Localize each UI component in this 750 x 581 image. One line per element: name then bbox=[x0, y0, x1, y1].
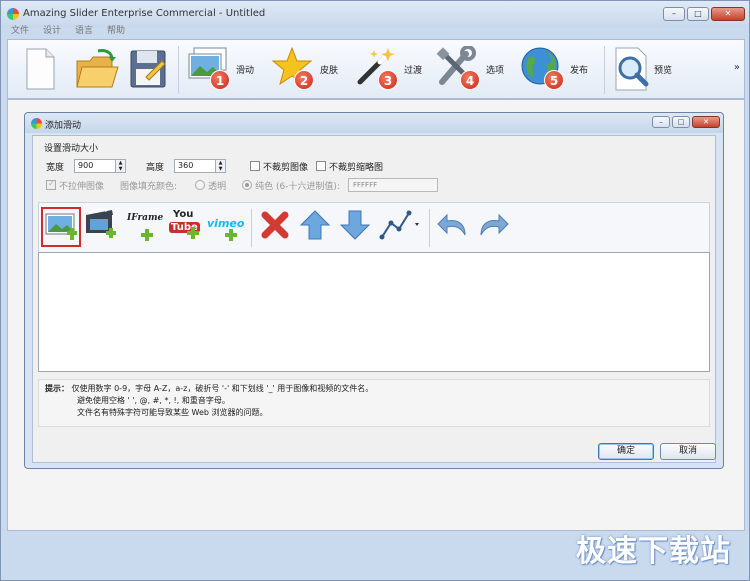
maximize-button[interactable]: □ bbox=[687, 7, 709, 21]
slide-toolbar: IFrame You Tube vimeo bbox=[38, 202, 710, 254]
fill-color-label: 图像填充颜色: bbox=[120, 181, 178, 192]
dialog-logo-icon bbox=[31, 118, 42, 129]
path-tool-button[interactable] bbox=[377, 207, 419, 247]
move-down-button[interactable] bbox=[337, 207, 377, 247]
preview-label: 预览 bbox=[654, 65, 673, 76]
open-button[interactable] bbox=[74, 44, 120, 94]
slide-list[interactable] bbox=[38, 252, 710, 372]
delete-x-icon bbox=[261, 211, 289, 239]
add-video-icon bbox=[86, 208, 116, 238]
solid-color-radio[interactable] bbox=[242, 180, 253, 190]
options-label: 选项 bbox=[486, 65, 505, 76]
publish-label: 发布 bbox=[570, 65, 589, 76]
no-crop-image-checkbox[interactable] bbox=[250, 161, 261, 171]
new-file-icon bbox=[26, 48, 55, 90]
transition-step-button[interactable]: 3 过渡 bbox=[354, 44, 422, 94]
preview-button[interactable]: 预览 bbox=[612, 44, 672, 94]
height-value: 360 bbox=[178, 161, 194, 170]
menu-design[interactable]: 设计 bbox=[43, 23, 61, 39]
add-vimeo-button[interactable]: vimeo bbox=[205, 207, 245, 247]
more-chevron-icon[interactable]: » bbox=[734, 62, 740, 73]
delete-button[interactable] bbox=[257, 207, 297, 247]
width-input[interactable]: 900 ▲ ▼ bbox=[74, 159, 127, 173]
color-hex-input[interactable]: FFFFFF bbox=[347, 178, 438, 192]
slide-size-section-label: 设置滑动大小 bbox=[44, 144, 99, 154]
redo-icon bbox=[480, 213, 509, 236]
slides-step-button[interactable]: 1 滑动 bbox=[186, 44, 254, 94]
dialog-title: 添加滑动 bbox=[45, 121, 82, 131]
tip-label: 提示： bbox=[45, 384, 69, 393]
transparent-radio[interactable] bbox=[195, 180, 206, 190]
no-crop-image-label: 不裁剪图像 bbox=[263, 162, 309, 173]
add-iframe-icon bbox=[141, 229, 153, 241]
close-button[interactable]: ✕ bbox=[711, 7, 745, 21]
tip-line-3: 文件名有特殊字符可能导致某些 Web 浏览器的问题。 bbox=[77, 408, 268, 417]
app-logo-icon bbox=[7, 8, 19, 20]
arrow-up-icon bbox=[299, 210, 331, 240]
redo-button[interactable] bbox=[475, 207, 515, 247]
new-button[interactable] bbox=[22, 44, 58, 94]
step-3-badge: 3 bbox=[378, 70, 398, 90]
open-folder-icon bbox=[76, 49, 119, 88]
slides-label: 滑动 bbox=[236, 65, 255, 76]
height-label: 高度 bbox=[146, 162, 165, 173]
ok-button[interactable]: 确定 bbox=[598, 443, 654, 460]
undo-icon bbox=[437, 213, 466, 236]
tip-line-1: 仅使用数字 0-9，字母 A-Z，a-z，破折号 '-' 和下划线 '_' 用于… bbox=[71, 384, 374, 393]
no-stretch-label: 不拉伸图像 bbox=[59, 181, 105, 192]
transition-label: 过渡 bbox=[404, 65, 423, 76]
skin-label: 皮肤 bbox=[320, 65, 339, 76]
arrow-down-icon bbox=[339, 210, 371, 240]
save-disk-icon bbox=[130, 50, 166, 88]
menu-language[interactable]: 语言 bbox=[75, 23, 93, 39]
dialog-minimize-button[interactable]: – bbox=[652, 116, 670, 128]
solid-color-label: 纯色 (6-十六进制值): bbox=[255, 181, 340, 192]
save-button[interactable] bbox=[128, 44, 168, 94]
tip-box: 提示： 仅使用数字 0-9，字母 A-Z，a-z，破折号 '-' 和下划线 '_… bbox=[38, 379, 710, 427]
curve-path-icon bbox=[379, 210, 419, 240]
skin-step-button[interactable]: 2 皮肤 bbox=[270, 44, 338, 94]
add-image-button[interactable] bbox=[41, 207, 81, 247]
no-stretch-checkbox[interactable] bbox=[46, 179, 56, 190]
add-image-icon bbox=[45, 213, 77, 240]
minimize-button[interactable]: – bbox=[663, 7, 685, 21]
move-up-button[interactable] bbox=[297, 207, 337, 247]
transparent-label: 透明 bbox=[208, 181, 227, 192]
add-youtube-button[interactable]: You Tube bbox=[165, 207, 205, 247]
width-label: 宽度 bbox=[46, 162, 65, 173]
publish-step-button[interactable]: 5 发布 bbox=[520, 44, 588, 94]
add-video-button[interactable] bbox=[83, 207, 123, 247]
step-4-badge: 4 bbox=[460, 70, 480, 90]
preview-magnifier-icon bbox=[615, 47, 649, 91]
step-1-badge: 1 bbox=[210, 70, 230, 90]
add-slide-dialog: 添加滑动 – □ ✕ 设置滑动大小 宽度 900 ▲▼ 高度 360 ▲▼ bbox=[24, 112, 724, 469]
no-crop-thumb-label: 不裁剪缩略图 bbox=[329, 162, 384, 173]
watermark-text: 极速下载站 bbox=[576, 534, 731, 569]
dialog-body: 设置滑动大小 宽度 900 ▲ ▼ 高度 360 ▲ ▼ 不裁剪图像 不裁剪缩略图 bbox=[32, 135, 716, 463]
cancel-button[interactable]: 取消 bbox=[660, 443, 716, 460]
menu-help[interactable]: 帮助 bbox=[107, 23, 125, 39]
main-window: Amazing Slider Enterprise Commercial - U… bbox=[0, 0, 750, 581]
tip-line-2: 避免使用空格 ' ', @, #, *, !, 和重音字母。 bbox=[77, 396, 230, 405]
height-spinner[interactable]: ▲ ▼ bbox=[215, 160, 226, 172]
menu-file[interactable]: 文件 bbox=[11, 23, 29, 39]
width-value: 900 bbox=[78, 161, 94, 170]
add-iframe-button[interactable]: IFrame bbox=[125, 207, 165, 247]
options-step-button[interactable]: 4 选项 bbox=[436, 44, 504, 94]
dialog-title-bar: 添加滑动 – □ ✕ bbox=[25, 113, 723, 133]
step-5-badge: 5 bbox=[544, 70, 564, 90]
add-vimeo-icon bbox=[225, 229, 237, 241]
step-2-badge: 2 bbox=[294, 70, 314, 90]
add-youtube-icon bbox=[187, 227, 199, 239]
no-crop-thumb-checkbox[interactable] bbox=[316, 161, 327, 171]
dialog-maximize-button[interactable]: □ bbox=[672, 116, 690, 128]
height-input[interactable]: 360 ▲ ▼ bbox=[174, 159, 227, 173]
menu-bar: 文件 设计 语言 帮助 bbox=[1, 23, 749, 39]
window-title: Amazing Slider Enterprise Commercial - U… bbox=[23, 8, 266, 19]
dialog-close-button[interactable]: ✕ bbox=[692, 116, 720, 128]
main-toolbar: 1 滑动 2 皮肤 3 过渡 4 选项 5 发布 预览 » bbox=[7, 39, 745, 99]
undo-button[interactable] bbox=[435, 207, 475, 247]
width-spinner[interactable]: ▲ ▼ bbox=[115, 160, 126, 172]
